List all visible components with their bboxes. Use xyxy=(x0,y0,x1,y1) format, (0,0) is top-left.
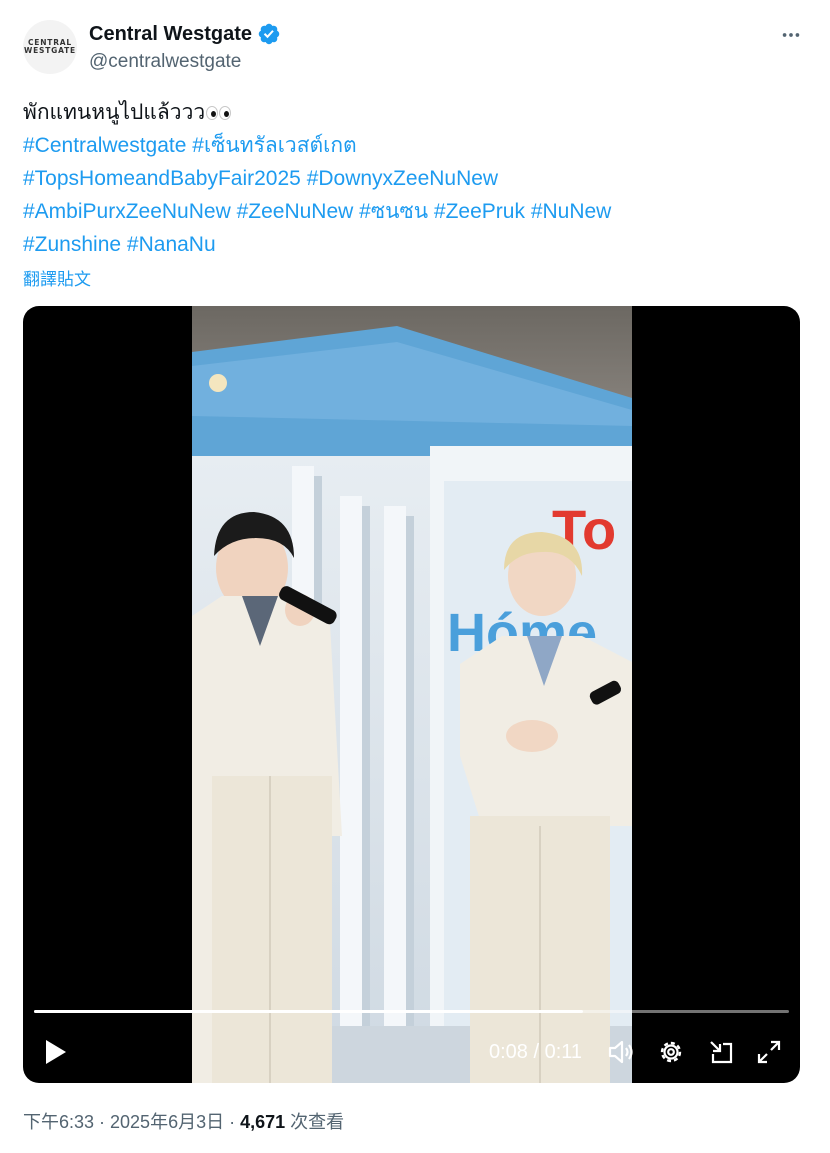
view-count: 4,671 xyxy=(240,1112,286,1132)
video-time: 0:08 / 0:11 xyxy=(489,1041,583,1063)
video-frame: To Hóme xyxy=(192,306,632,1083)
translate-post-link[interactable]: 翻譯貼文 xyxy=(23,265,91,290)
more-options-button[interactable] xyxy=(776,20,806,50)
tweet-main-line: พักแทนหนูไปแล้ววว xyxy=(23,96,803,129)
hashtag-link[interactable]: #ซนซน xyxy=(359,200,428,223)
fullscreen-button[interactable] xyxy=(754,1037,784,1067)
settings-icon xyxy=(660,1041,682,1063)
hashtag-line: #Centralwestgate #เซ็นทรัลเวสต์เกต xyxy=(23,129,803,162)
pip-icon xyxy=(710,1041,733,1064)
view-label: 次查看 xyxy=(285,1112,345,1132)
eyes-emoji xyxy=(206,106,232,121)
hashtag-link[interactable]: #NuNew xyxy=(531,200,612,223)
hashtag-link[interactable]: #NanaNu xyxy=(127,233,216,256)
video-still-image: To Hóme xyxy=(192,306,632,1083)
volume-button[interactable] xyxy=(606,1037,636,1067)
hashtag-link[interactable]: #AmbiPurxZeeNuNew xyxy=(23,200,231,223)
hashtag-link[interactable]: #Centralwestgate xyxy=(23,134,186,157)
avatar[interactable]: CENTRAL WESTGATE xyxy=(23,20,77,74)
tweet-body: พักแทนหนูไปแล้ววว xyxy=(23,101,206,124)
fullscreen-icon xyxy=(757,1040,781,1064)
hashtag-link[interactable]: #ZeePruk xyxy=(434,200,525,223)
more-horizontal-icon xyxy=(782,33,800,37)
video-progress-fill xyxy=(34,1010,583,1013)
volume-icon xyxy=(608,1040,633,1064)
post-timestamp[interactable]: 下午6:33 · 2025年6月3日 · xyxy=(23,1112,240,1132)
hashtag-link[interactable]: #ZeeNuNew xyxy=(237,200,354,223)
video-progress-bar[interactable] xyxy=(34,1010,789,1013)
verified-badge-icon xyxy=(258,23,280,45)
tweet-card: CENTRAL WESTGATE Central Westgate @centr… xyxy=(0,0,830,1153)
video-player[interactable]: To Hóme 0:08 / 0:11 xyxy=(23,306,800,1083)
settings-button[interactable] xyxy=(656,1037,686,1067)
author-handle[interactable]: @centralwestgate xyxy=(89,51,241,73)
display-name[interactable]: Central Westgate xyxy=(89,23,252,46)
hashtag-line: #TopsHomeandBabyFair2025 #DownyxZeeNuNew xyxy=(23,162,803,195)
hashtag-line: #AmbiPurxZeeNuNew #ZeeNuNew #ซนซน #ZeePr… xyxy=(23,195,803,228)
avatar-logo: CENTRAL WESTGATE xyxy=(24,38,76,55)
play-button[interactable] xyxy=(40,1037,70,1067)
picture-in-picture-button[interactable] xyxy=(706,1037,736,1067)
author-name-row: Central Westgate xyxy=(89,22,281,46)
play-icon xyxy=(46,1040,66,1064)
hashtag-line: #Zunshine #NanaNu xyxy=(23,228,803,261)
hashtag-link[interactable]: #DownyxZeeNuNew xyxy=(307,167,498,190)
hashtag-link[interactable]: #เซ็นทรัลเวสต์เกต xyxy=(192,134,356,157)
hashtag-link[interactable]: #TopsHomeandBabyFair2025 xyxy=(23,167,301,190)
hashtag-link[interactable]: #Zunshine xyxy=(23,233,121,256)
post-metadata: 下午6:33 · 2025年6月3日 · 4,671 次查看 xyxy=(23,1108,344,1134)
tweet-text: พักแทนหนูไปแล้ววว #Centralwestgate #เซ็น… xyxy=(23,96,803,261)
